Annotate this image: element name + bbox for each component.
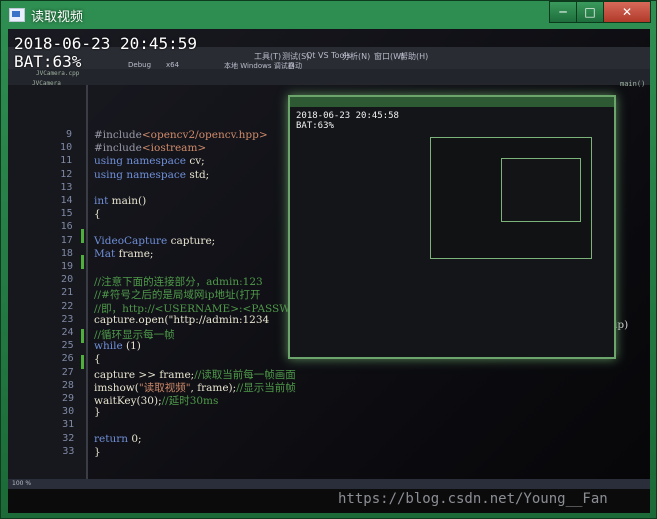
- line-number: 17: [60, 234, 73, 246]
- file-tab: JVCamera.cpp: [36, 70, 80, 77]
- code-line: int main(): [94, 195, 147, 207]
- code-fragment: ip): [614, 319, 629, 331]
- line-number: 11: [60, 155, 73, 167]
- code-line: }: [94, 406, 101, 419]
- change-marker: [81, 229, 84, 243]
- change-marker: [81, 255, 84, 269]
- line-number: 28: [61, 379, 74, 391]
- line-number: 18: [60, 247, 73, 259]
- line-number: 19: [60, 261, 73, 272]
- code-line: {: [94, 208, 101, 221]
- line-number: 29: [61, 393, 74, 404]
- zoom-level: 100 %: [12, 480, 32, 487]
- line-number: 12: [60, 168, 73, 180]
- ide-status-bar: [8, 479, 650, 489]
- line-number: 30: [62, 406, 75, 418]
- window-title: 读取视频: [31, 10, 84, 25]
- editor-gutter: [86, 85, 88, 485]
- line-number: 24: [61, 327, 74, 338]
- nested-video-window-2: [501, 158, 581, 222]
- monitor-ide-view: 工具(T) 测试(S) Qt VS Tools 分析(N) 窗口(W) 帮助(H) Deb…: [8, 29, 650, 513]
- minimize-button[interactable]: ─: [549, 1, 577, 23]
- line-number: 32: [62, 432, 75, 444]
- inner-battery: BAT:63%: [296, 121, 334, 131]
- inner-video-window: 2018-06-23 20:45:58 BAT:63%: [288, 95, 616, 359]
- line-number: 27: [61, 366, 74, 378]
- code-line: waitKey(30);//延时30ms: [94, 395, 219, 407]
- ide-toolbar-item: 本地 Windows 调试器: [224, 62, 295, 70]
- nested-video-window: [430, 137, 592, 259]
- line-number: 33: [62, 445, 75, 457]
- line-number: 22: [61, 300, 74, 312]
- code-line: capture.open("http://admin:1234: [94, 313, 270, 326]
- line-number: 25: [61, 340, 74, 352]
- code-line: Mat frame;: [94, 247, 154, 260]
- code-line: #include<iostream>: [94, 142, 207, 155]
- ide-menu-item: 分析(N): [342, 52, 371, 61]
- watermark: https://blog.csdn.net/Young__Fan: [338, 491, 608, 507]
- line-number: 9: [65, 129, 72, 140]
- code-line: while (1): [94, 340, 141, 353]
- code-line: VideoCapture capture;: [94, 234, 216, 247]
- ide-toolbar: [8, 69, 650, 85]
- maximize-button[interactable]: □: [576, 1, 604, 23]
- change-marker: [81, 355, 84, 369]
- timestamp: 2018-06-23 20:45:59: [14, 34, 198, 53]
- app-icon: [9, 8, 25, 22]
- code-line: using namespace cv;: [94, 155, 205, 168]
- camera-overlay: 2018-06-23 20:45:59 BAT:63%: [14, 35, 197, 71]
- ide-toolbar-item: 自动: [288, 62, 302, 70]
- change-marker: [81, 329, 84, 343]
- left-toolstrip: [8, 85, 86, 485]
- video-window: 读取视频 ─ □ ✕ 工具(T) 测试(S) Qt VS Tools 分析(N) 窗口(…: [0, 0, 657, 519]
- inner-timestamp: 2018-06-23 20:45:58: [296, 111, 399, 121]
- inner-overlay: 2018-06-23 20:45:58 BAT:63%: [296, 111, 399, 131]
- code-line: #include<opencv2/opencv.hpp>: [94, 129, 268, 141]
- video-frame: 工具(T) 测试(S) Qt VS Tools 分析(N) 窗口(W) 帮助(H) Deb…: [8, 29, 650, 513]
- code-line: {: [94, 353, 101, 366]
- battery-status: BAT:63%: [14, 52, 82, 71]
- line-number: 21: [61, 287, 74, 299]
- line-number: 23: [61, 313, 74, 325]
- code-line: }: [94, 445, 101, 458]
- function-scope: main(): [620, 80, 646, 88]
- line-number: 13: [60, 181, 73, 193]
- title-bar[interactable]: 读取视频 ─ □ ✕: [1, 1, 656, 29]
- ide-menu-item: 帮助(H): [400, 52, 429, 61]
- line-number: 20: [61, 274, 74, 286]
- line-number: 10: [60, 142, 73, 154]
- line-number: 14: [60, 195, 73, 206]
- line-number: 16: [60, 221, 73, 233]
- inner-title-bar: [290, 97, 614, 107]
- code-line: return 0;: [94, 432, 142, 445]
- code-line: using namespace std;: [94, 168, 210, 181]
- line-number: 26: [61, 353, 74, 365]
- line-number: 15: [60, 208, 73, 220]
- close-button[interactable]: ✕: [603, 1, 651, 23]
- line-number: 31: [62, 419, 75, 431]
